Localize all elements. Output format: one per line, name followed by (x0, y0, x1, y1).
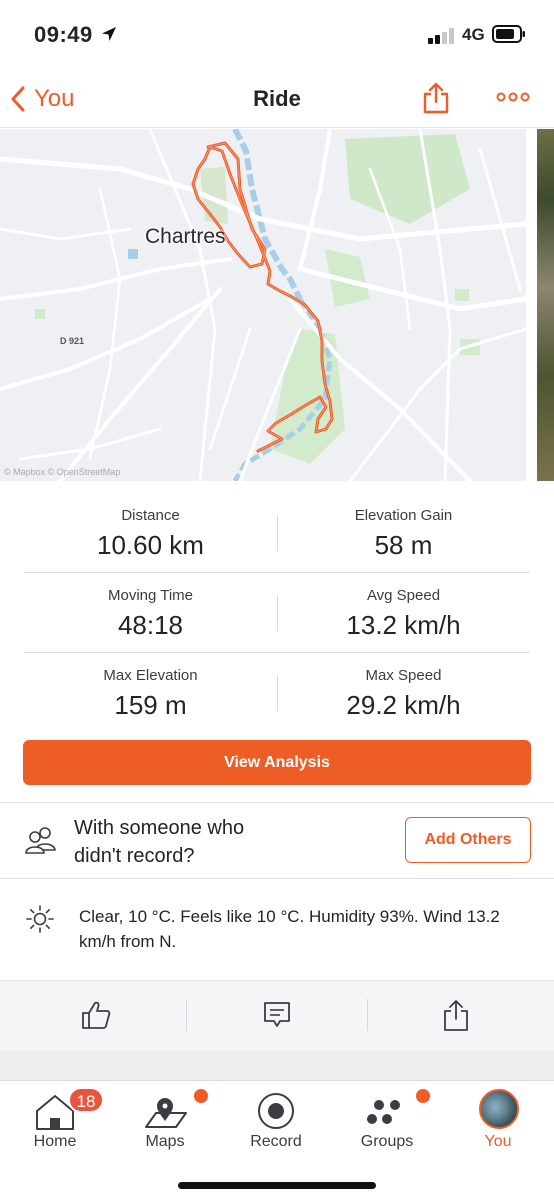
stat-label: Moving Time (107, 587, 194, 604)
notification-dot (194, 1089, 208, 1103)
network-type: 4G (462, 25, 485, 44)
notification-dot (416, 1089, 430, 1103)
stat-label: Distance (121, 507, 180, 524)
page-title: Ride (253, 86, 301, 111)
view-analysis-button[interactable]: View Analysis (23, 740, 531, 785)
signal-icon (428, 28, 454, 44)
tab-label: Home (33, 1133, 77, 1150)
tab-groups[interactable]: Groups (332, 1081, 442, 1161)
stat-value: 10.60 km (97, 530, 204, 560)
stat-value: 29.2 km/h (346, 690, 461, 720)
tab-home[interactable]: 18 Home (0, 1081, 110, 1161)
thumbs-up-icon[interactable] (80, 999, 112, 1031)
weather-summary: Clear, 10 °C. Feels like 10 °C. Humidity… (79, 907, 500, 951)
chevron-left-icon (11, 86, 25, 112)
divider (0, 802, 554, 803)
tab-you[interactable]: You (443, 1081, 553, 1161)
action-divider (186, 999, 187, 1031)
map-credit: © Mapbox © OpenStreetMap (4, 467, 121, 477)
stat-row: Moving Time 48:18 Avg Speed 13.2 km/h (24, 573, 530, 653)
share-icon[interactable] (422, 82, 450, 114)
tab-label: You (484, 1133, 512, 1150)
stat-row: Max Elevation 159 m Max Speed 29.2 km/h (24, 653, 530, 733)
stat-value: 13.2 km/h (346, 610, 461, 640)
share-icon[interactable] (442, 999, 470, 1033)
divider (0, 878, 554, 879)
home-indicator (178, 1182, 376, 1189)
notification-badge: 18 (68, 1087, 104, 1113)
stats-grid: Distance 10.60 km Elevation Gain 58 m Mo… (24, 493, 530, 733)
back-label: You (34, 85, 75, 112)
location-arrow-icon (102, 27, 116, 41)
map-road-label: D 921 (60, 336, 85, 346)
tab-label: Groups (360, 1133, 414, 1150)
map-canvas (0, 129, 526, 481)
stat-elevation-gain: Elevation Gain 58 m (277, 507, 530, 561)
tab-maps[interactable]: Maps (110, 1081, 220, 1161)
activity-photo[interactable] (537, 129, 554, 481)
more-options-icon[interactable] (496, 92, 530, 102)
tab-label: Maps (145, 1133, 185, 1150)
tab-label: Record (250, 1133, 302, 1150)
action-divider (367, 999, 368, 1031)
stat-value: 58 m (374, 530, 433, 560)
add-others-button[interactable]: Add Others (405, 817, 531, 863)
activity-actions (0, 980, 554, 1050)
record-icon (258, 1093, 294, 1129)
tab-record[interactable]: Record (221, 1081, 331, 1161)
back-button[interactable]: You (10, 82, 75, 116)
stat-label: Avg Speed (366, 587, 441, 604)
stat-row: Distance 10.60 km Elevation Gain 58 m (24, 493, 530, 573)
stat-distance: Distance 10.60 km (24, 507, 277, 561)
stat-label: Elevation Gain (354, 507, 453, 524)
stat-max-speed: Max Speed 29.2 km/h (277, 667, 530, 721)
with-others-prompt: With someone who didn't record? (74, 817, 245, 867)
stat-value: 48:18 (117, 610, 184, 640)
battery-icon (492, 25, 525, 43)
map-place-label: Chartres (145, 225, 226, 248)
tab-bar: 18 Home Maps Record Groups You (0, 1080, 554, 1200)
sun-icon (26, 905, 54, 933)
avatar (479, 1089, 519, 1129)
stat-max-elevation: Max Elevation 159 m (24, 667, 277, 721)
stat-label: Max Speed (365, 667, 442, 684)
stat-moving-time: Moving Time 48:18 (24, 587, 277, 641)
status-time: 09:49 (34, 22, 93, 47)
section-gap (0, 1050, 554, 1080)
group-people-icon (25, 827, 56, 854)
nav-bar: You Ride (0, 70, 554, 128)
route-map[interactable]: Chartres D 921 © Mapbox © OpenStreetMap (0, 129, 526, 481)
comment-icon[interactable] (262, 999, 292, 1031)
stat-label: Max Elevation (103, 667, 198, 684)
stat-avg-speed: Avg Speed 13.2 km/h (277, 587, 530, 641)
status-bar: 09:49 4G (0, 0, 554, 70)
stat-value: 159 m (114, 690, 187, 720)
